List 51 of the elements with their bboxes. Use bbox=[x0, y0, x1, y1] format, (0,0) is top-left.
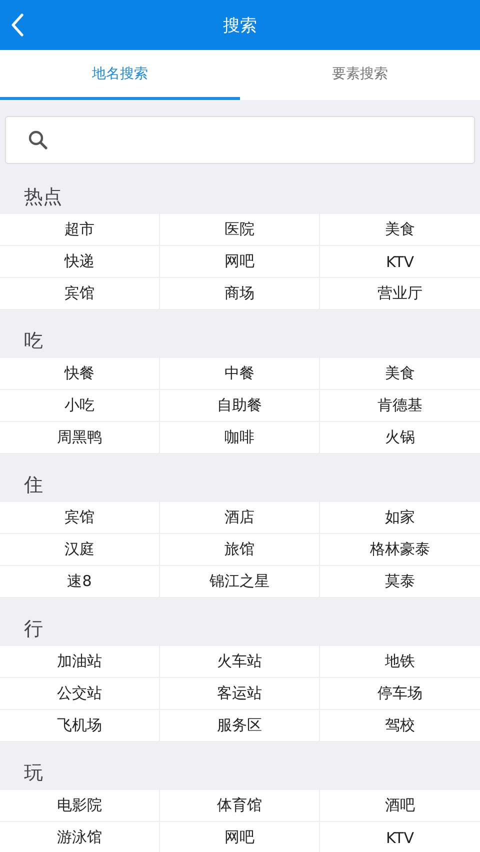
category-item[interactable]: 公交站 bbox=[0, 678, 160, 710]
category-item[interactable]: KTV bbox=[320, 246, 480, 278]
category-item[interactable]: 中餐 bbox=[160, 358, 320, 390]
category-item[interactable]: 美食 bbox=[320, 358, 480, 390]
category-item[interactable]: 地铁 bbox=[320, 646, 480, 678]
category-item[interactable]: 快餐 bbox=[0, 358, 160, 390]
category-item[interactable]: KTV bbox=[320, 822, 480, 852]
category-item[interactable]: 营业厅 bbox=[320, 278, 480, 310]
category-item[interactable]: 格林豪泰 bbox=[320, 534, 480, 566]
back-icon[interactable] bbox=[10, 13, 24, 37]
category-item[interactable]: 超市 bbox=[0, 214, 160, 246]
category-item[interactable]: 火车站 bbox=[160, 646, 320, 678]
category-item[interactable]: 医院 bbox=[160, 214, 320, 246]
category-item[interactable]: 加油站 bbox=[0, 646, 160, 678]
search-field[interactable] bbox=[5, 116, 475, 164]
category-item[interactable]: 莫泰 bbox=[320, 566, 480, 598]
category-item[interactable]: 快递 bbox=[0, 246, 160, 278]
header-title: 搜索 bbox=[223, 14, 257, 36]
category-item[interactable]: 如家 bbox=[320, 502, 480, 534]
category-item[interactable]: 服务区 bbox=[160, 710, 320, 742]
category-item[interactable]: 火锅 bbox=[320, 422, 480, 454]
category-item[interactable]: 驾校 bbox=[320, 710, 480, 742]
category-item[interactable]: 商场 bbox=[160, 278, 320, 310]
category-item[interactable]: 宾馆 bbox=[0, 278, 160, 310]
search-icon bbox=[28, 130, 48, 150]
category-item[interactable]: 速8 bbox=[0, 566, 160, 598]
section-title: 吃 bbox=[24, 329, 43, 354]
category-item[interactable]: 咖啡 bbox=[160, 422, 320, 454]
category-item[interactable]: 锦江之星 bbox=[160, 566, 320, 598]
section-title: 热点 bbox=[24, 185, 62, 210]
category-item[interactable]: 酒店 bbox=[160, 502, 320, 534]
category-item[interactable]: 周黑鸭 bbox=[0, 422, 160, 454]
category-item[interactable]: 停车场 bbox=[320, 678, 480, 710]
category-item[interactable]: 客运站 bbox=[160, 678, 320, 710]
category-item[interactable]: 宾馆 bbox=[0, 502, 160, 534]
category-item[interactable]: 飞机场 bbox=[0, 710, 160, 742]
category-item[interactable]: 电影院 bbox=[0, 790, 160, 822]
category-item[interactable]: 自助餐 bbox=[160, 390, 320, 422]
category-item[interactable]: 体育馆 bbox=[160, 790, 320, 822]
category-item[interactable]: 美食 bbox=[320, 214, 480, 246]
category-item[interactable]: 网吧 bbox=[160, 246, 320, 278]
category-item[interactable]: 网吧 bbox=[160, 822, 320, 852]
section-title: 行 bbox=[24, 617, 43, 642]
category-item[interactable]: 小吃 bbox=[0, 390, 160, 422]
section-title: 玩 bbox=[24, 761, 43, 786]
section-title: 住 bbox=[24, 473, 43, 498]
category-item[interactable]: 旅馆 bbox=[160, 534, 320, 566]
category-item[interactable]: 汉庭 bbox=[0, 534, 160, 566]
category-item[interactable]: 肯德基 bbox=[320, 390, 480, 422]
category-item[interactable]: 游泳馆 bbox=[0, 822, 160, 852]
category-item[interactable]: 酒吧 bbox=[320, 790, 480, 822]
